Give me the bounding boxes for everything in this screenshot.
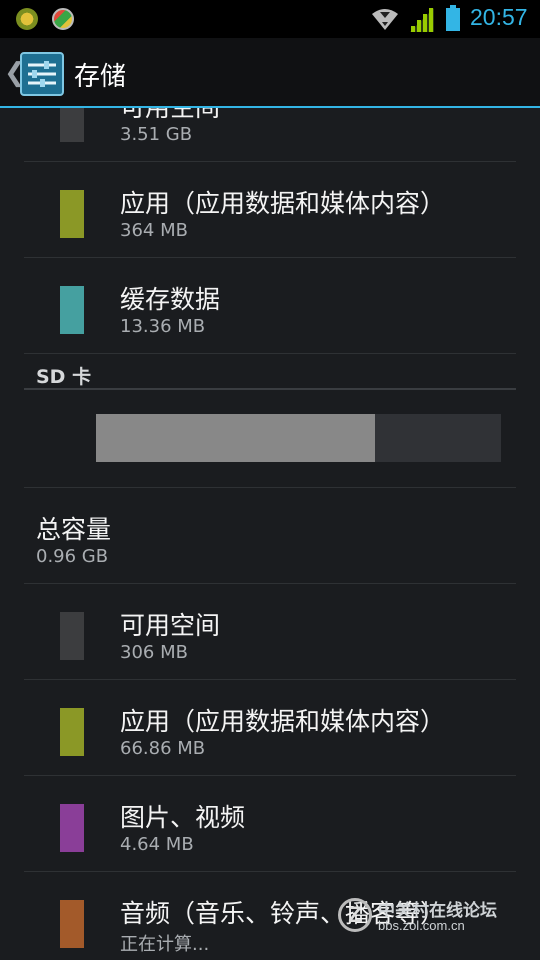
notification-icon	[16, 8, 38, 30]
item-title: 缓存数据	[120, 285, 221, 314]
storage-list[interactable]: 可用空间 3.51 GB 应用（应用数据和媒体内容） 364 MB 缓存数据 1…	[0, 108, 540, 960]
wifi-icon	[372, 9, 398, 30]
item-size: 13.36 MB	[120, 316, 206, 337]
color-swatch	[60, 708, 84, 756]
settings-icon[interactable]	[20, 52, 64, 96]
battery-icon	[446, 5, 460, 31]
total-capacity: 总容量 0.96 GB	[24, 488, 516, 584]
item-size: 364 MB	[120, 220, 188, 241]
status-bar: 20:57	[0, 0, 540, 38]
color-swatch	[60, 900, 84, 948]
item-title: 可用空间	[120, 108, 220, 124]
item-title: 应用（应用数据和媒体内容）	[120, 707, 446, 736]
list-item[interactable]: 可用空间 3.51 GB	[24, 108, 516, 162]
item-title: 应用（应用数据和媒体内容）	[120, 189, 446, 218]
total-capacity-label: 总容量	[36, 515, 112, 544]
color-swatch	[60, 612, 84, 660]
usage-bar-container	[24, 390, 516, 488]
list-item[interactable]: 应用（应用数据和媒体内容） 364 MB	[24, 162, 516, 258]
usage-bar-fill	[96, 414, 376, 462]
item-size: 4.64 MB	[120, 834, 194, 855]
app-notification-icon	[52, 8, 74, 30]
item-size: 正在计算...	[120, 934, 210, 955]
item-title: 可用空间	[120, 611, 221, 640]
color-swatch	[60, 190, 84, 238]
usage-bar	[96, 414, 501, 462]
page-title: 存储	[74, 62, 127, 92]
color-swatch	[60, 804, 84, 852]
item-size: 66.86 MB	[120, 738, 206, 759]
status-time: 20:57	[470, 4, 528, 30]
list-item[interactable]: 可用空间 306 MB	[24, 584, 516, 680]
item-title: 图片、视频	[120, 803, 246, 832]
watermark-url: bbs.zol.com.cn	[378, 918, 465, 933]
list-item[interactable]: 应用（应用数据和媒体内容） 66.86 MB	[24, 680, 516, 776]
color-swatch	[60, 108, 84, 142]
section-title: SD 卡	[36, 366, 92, 388]
section-header: SD 卡	[24, 362, 516, 390]
color-swatch	[60, 286, 84, 334]
total-capacity-value: 0.96 GB	[36, 546, 109, 567]
item-size: 3.51 GB	[120, 124, 193, 145]
item-size: 306 MB	[120, 642, 188, 663]
action-bar: ❮ 存储	[0, 38, 540, 108]
watermark: Z 中关村在线论坛 bbs.zol.com.cn	[338, 890, 538, 940]
signal-icon	[410, 8, 434, 32]
watermark-logo: Z	[338, 898, 372, 932]
list-item[interactable]: 缓存数据 13.36 MB	[24, 258, 516, 354]
list-item[interactable]: 图片、视频 4.64 MB	[24, 776, 516, 872]
